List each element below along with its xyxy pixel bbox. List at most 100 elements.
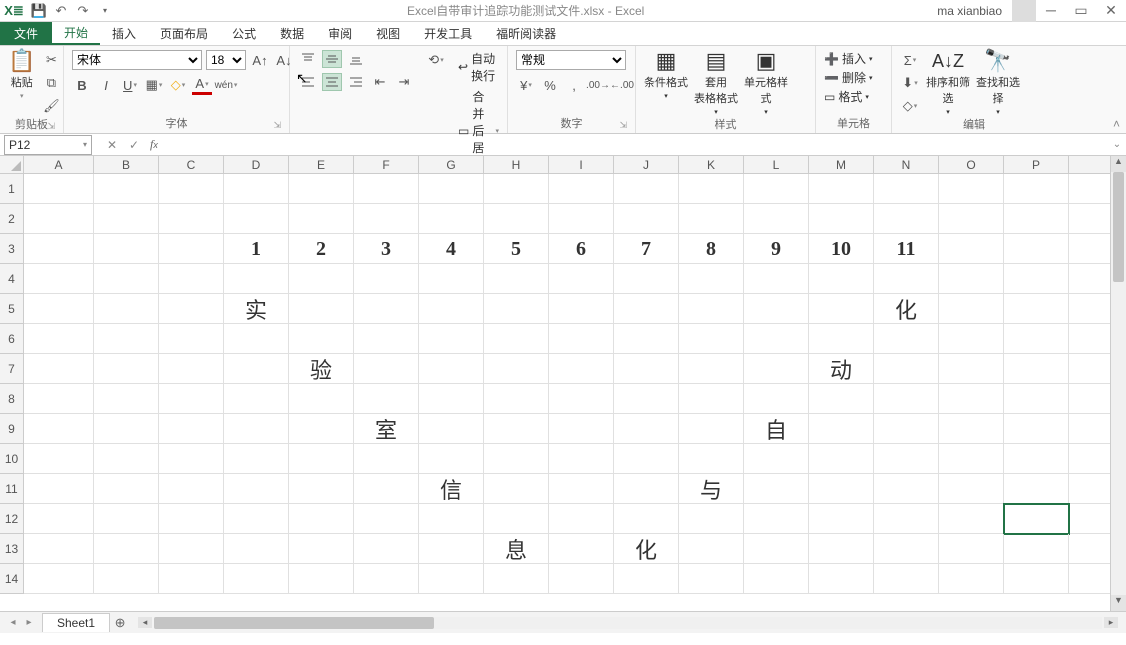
increase-indent-icon[interactable]: ⇥ <box>394 72 414 92</box>
cell-A11[interactable] <box>24 474 94 504</box>
cell-P11[interactable] <box>1004 474 1069 504</box>
align-top-icon[interactable] <box>298 50 318 68</box>
cell-P9[interactable] <box>1004 414 1069 444</box>
cell-J10[interactable] <box>614 444 679 474</box>
number-format-select[interactable]: 常规 <box>516 50 626 70</box>
underline-button[interactable]: U <box>120 75 140 95</box>
cell-K10[interactable] <box>679 444 744 474</box>
sheet-nav-prev-icon[interactable]: ◂ <box>6 617 20 628</box>
cell-J1[interactable] <box>614 174 679 204</box>
tab-file[interactable]: 文件 <box>0 22 52 45</box>
cell-H1[interactable] <box>484 174 549 204</box>
cell-E12[interactable] <box>289 504 354 534</box>
cell-J2[interactable] <box>614 204 679 234</box>
horizontal-scrollbar[interactable]: ◂ ▸ <box>138 617 1118 629</box>
cell-N4[interactable] <box>874 264 939 294</box>
select-all-corner[interactable] <box>0 156 24 174</box>
cell-B12[interactable] <box>94 504 159 534</box>
cell-E7[interactable]: 验 <box>289 354 354 384</box>
cut-icon[interactable]: ✂ <box>41 50 61 70</box>
cell-O5[interactable] <box>939 294 1004 324</box>
cell-O11[interactable] <box>939 474 1004 504</box>
cell-J6[interactable] <box>614 324 679 354</box>
cell-A12[interactable] <box>24 504 94 534</box>
cell-M6[interactable] <box>809 324 874 354</box>
col-header-K[interactable]: K <box>679 156 744 173</box>
cell-I7[interactable] <box>549 354 614 384</box>
cell-B14[interactable] <box>94 564 159 594</box>
vertical-scrollbar[interactable]: ▲ ▼ <box>1110 156 1126 611</box>
cell-N12[interactable] <box>874 504 939 534</box>
cell-D3[interactable]: 1 <box>224 234 289 264</box>
cell-O8[interactable] <box>939 384 1004 414</box>
wrap-text-button[interactable]: ↩自动换行 <box>458 50 499 84</box>
format-as-table-button[interactable]: ▤套用 表格格式▾ <box>694 50 738 116</box>
cell-A6[interactable] <box>24 324 94 354</box>
cell-F4[interactable] <box>354 264 419 294</box>
cell-O14[interactable] <box>939 564 1004 594</box>
cell-P10[interactable] <box>1004 444 1069 474</box>
fill-color-icon[interactable]: ◇ <box>168 75 188 95</box>
cell-O6[interactable] <box>939 324 1004 354</box>
tab-开始[interactable]: 开始 <box>52 22 100 45</box>
phonetic-icon[interactable]: wén <box>216 75 236 95</box>
cell-G11[interactable]: 信 <box>419 474 484 504</box>
cell-D2[interactable] <box>224 204 289 234</box>
cell-H5[interactable] <box>484 294 549 324</box>
insert-cells-button[interactable]: ➕插入▾ <box>824 50 872 67</box>
cell-I10[interactable] <box>549 444 614 474</box>
cell-K4[interactable] <box>679 264 744 294</box>
minimize-button[interactable]: ─ <box>1036 2 1066 19</box>
cell-F1[interactable] <box>354 174 419 204</box>
cell-P5[interactable] <box>1004 294 1069 324</box>
row-header-7[interactable]: 7 <box>0 354 23 384</box>
cell-K7[interactable] <box>679 354 744 384</box>
tab-公式[interactable]: 公式 <box>220 22 268 45</box>
cell-J3[interactable]: 7 <box>614 234 679 264</box>
cell-H13[interactable]: 息 <box>484 534 549 564</box>
row-header-5[interactable]: 5 <box>0 294 23 324</box>
cell-C4[interactable] <box>159 264 224 294</box>
cell-H10[interactable] <box>484 444 549 474</box>
cell-P8[interactable] <box>1004 384 1069 414</box>
clear-icon[interactable]: ◇ <box>900 96 920 116</box>
close-button[interactable]: ✕ <box>1096 2 1126 19</box>
cell-C2[interactable] <box>159 204 224 234</box>
cell-D14[interactable] <box>224 564 289 594</box>
cell-M7[interactable]: 动 <box>809 354 874 384</box>
cell-M9[interactable] <box>809 414 874 444</box>
font-color-icon[interactable]: A <box>192 75 212 95</box>
delete-cells-button[interactable]: ➖删除▾ <box>824 69 872 86</box>
cell-B6[interactable] <box>94 324 159 354</box>
cell-A8[interactable] <box>24 384 94 414</box>
cell-C13[interactable] <box>159 534 224 564</box>
tab-数据[interactable]: 数据 <box>268 22 316 45</box>
scroll-up-icon[interactable]: ▲ <box>1111 156 1126 172</box>
row-header-12[interactable]: 12 <box>0 504 23 534</box>
orientation-icon[interactable]: ⟲ <box>426 50 446 70</box>
cell-N5[interactable]: 化 <box>874 294 939 324</box>
row-header-14[interactable]: 14 <box>0 564 23 594</box>
cell-C3[interactable] <box>159 234 224 264</box>
cell-D13[interactable] <box>224 534 289 564</box>
fx-icon[interactable]: fx <box>150 137 164 152</box>
user-avatar[interactable] <box>1012 0 1036 22</box>
cell-B13[interactable] <box>94 534 159 564</box>
cell-J9[interactable] <box>614 414 679 444</box>
cell-B11[interactable] <box>94 474 159 504</box>
row-header-11[interactable]: 11 <box>0 474 23 504</box>
cell-E8[interactable] <box>289 384 354 414</box>
fill-icon[interactable]: ⬇ <box>900 73 920 93</box>
cell-C7[interactable] <box>159 354 224 384</box>
cell-F11[interactable] <box>354 474 419 504</box>
cell-J11[interactable] <box>614 474 679 504</box>
col-header-C[interactable]: C <box>159 156 224 173</box>
cell-J5[interactable] <box>614 294 679 324</box>
col-header-N[interactable]: N <box>874 156 939 173</box>
col-header-H[interactable]: H <box>484 156 549 173</box>
cell-D9[interactable] <box>224 414 289 444</box>
cell-I12[interactable] <box>549 504 614 534</box>
tab-视图[interactable]: 视图 <box>364 22 412 45</box>
cell-H8[interactable] <box>484 384 549 414</box>
cell-H4[interactable] <box>484 264 549 294</box>
